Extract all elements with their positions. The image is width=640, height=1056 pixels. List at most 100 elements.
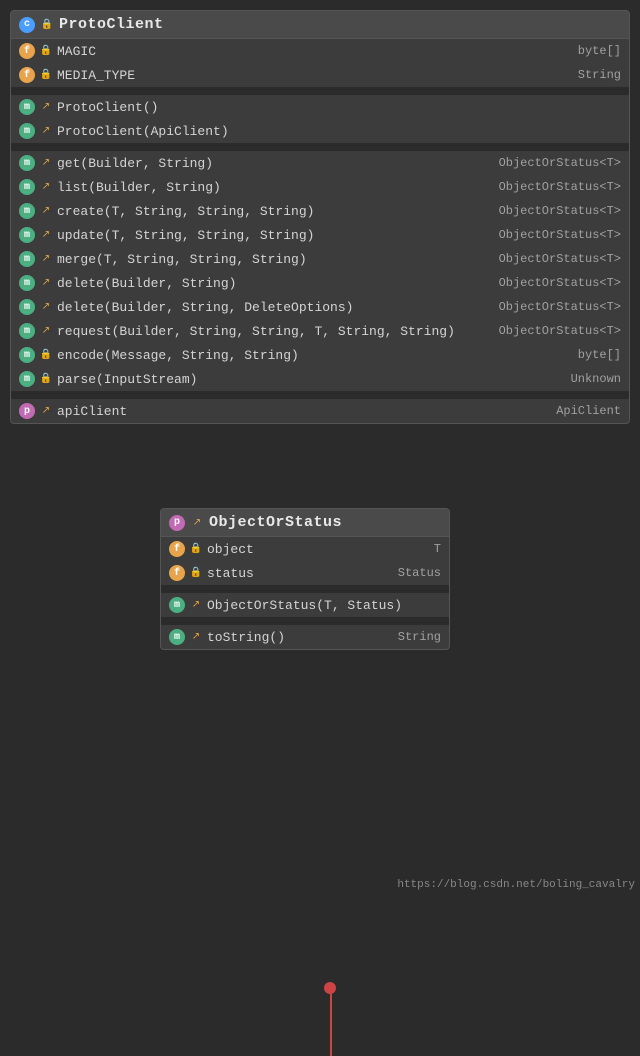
method-badge-m: m: [19, 299, 35, 315]
method-name: delete(Builder, String, DeleteOptions): [57, 300, 494, 315]
method-return-type: ObjectOrStatus<T>: [499, 204, 621, 218]
table-row: m 🔒 encode(Message, String, String) byte…: [11, 343, 629, 367]
lock-icon: 🔒: [190, 567, 202, 579]
class-badge-c: c: [19, 17, 35, 33]
method-return-type: ObjectOrStatus<T>: [499, 300, 621, 314]
object-or-status-title: ObjectOrStatus: [209, 514, 342, 531]
table-row: f 🔒 MEDIA_TYPE String: [11, 63, 629, 87]
method-badge-m: m: [19, 123, 35, 139]
lock-icon: 🔒: [40, 69, 52, 81]
link-icon: ↗: [40, 405, 52, 417]
method-name: update(T, String, String, String): [57, 228, 494, 243]
lock-icon: 🔒: [40, 349, 52, 361]
field-name: MEDIA_TYPE: [57, 68, 573, 83]
method-return-type: String: [398, 630, 441, 644]
table-row: m ↗ ProtoClient(): [11, 95, 629, 119]
field-type: Status: [398, 566, 441, 580]
link-icon: ↗: [40, 229, 52, 241]
method-return-type: ObjectOrStatus<T>: [499, 324, 621, 338]
method-return-type: ObjectOrStatus<T>: [499, 228, 621, 242]
field-badge-f: f: [169, 541, 185, 557]
field-name: status: [207, 566, 393, 581]
field-name: object: [207, 542, 429, 557]
constructor-name: ProtoClient(): [57, 100, 621, 115]
method-badge-m: m: [19, 347, 35, 363]
method-badge-m: m: [19, 155, 35, 171]
table-row: m ↗ delete(Builder, String, DeleteOption…: [11, 295, 629, 319]
method-name: encode(Message, String, String): [57, 348, 573, 363]
connector-dot: [324, 982, 336, 994]
link-icon: ↗: [40, 301, 52, 313]
table-row: m ↗ update(T, String, String, String) Ob…: [11, 223, 629, 247]
proto-client-title: ProtoClient: [59, 16, 164, 33]
oos-methods-section: m ↗ toString() String: [161, 625, 449, 649]
methods-section: m ↗ get(Builder, String) ObjectOrStatus<…: [11, 151, 629, 391]
link-icon: ↗: [40, 157, 52, 169]
table-row: m ↗ create(T, String, String, String) Ob…: [11, 199, 629, 223]
method-badge-m: m: [19, 203, 35, 219]
section-separator: [161, 617, 449, 625]
properties-section: p ↗ apiClient ApiClient: [11, 399, 629, 423]
method-name: request(Builder, String, String, T, Stri…: [57, 324, 494, 339]
method-return-type: ObjectOrStatus<T>: [499, 252, 621, 266]
method-name: delete(Builder, String): [57, 276, 494, 291]
lock-icon: 🔒: [40, 45, 52, 57]
method-badge-m: m: [169, 629, 185, 645]
method-badge-m: m: [19, 323, 35, 339]
oos-fields-section: f 🔒 object T f 🔒 status Status: [161, 537, 449, 585]
constructors-section: m ↗ ProtoClient() m ↗ ProtoClient(ApiCli…: [11, 95, 629, 143]
method-badge-m: m: [19, 99, 35, 115]
table-row: m ↗ list(Builder, String) ObjectOrStatus…: [11, 175, 629, 199]
fields-section: f 🔒 MAGIC byte[] f 🔒 MEDIA_TYPE String: [11, 39, 629, 87]
method-badge-m: m: [19, 227, 35, 243]
method-name: list(Builder, String): [57, 180, 494, 195]
method-name: parse(InputStream): [57, 372, 566, 387]
link-icon: ↗: [40, 253, 52, 265]
method-badge-m: m: [19, 275, 35, 291]
method-name: create(T, String, String, String): [57, 204, 494, 219]
property-name: apiClient: [57, 404, 551, 419]
link-icon: ↗: [40, 125, 52, 137]
link-icon: ↗: [40, 181, 52, 193]
table-row: f 🔒 MAGIC byte[]: [11, 39, 629, 63]
section-separator: [11, 391, 629, 399]
class-badge: p: [169, 515, 185, 531]
method-name: merge(T, String, String, String): [57, 252, 494, 267]
link-icon: ↗: [40, 205, 52, 217]
section-separator: [11, 143, 629, 151]
link-icon: ↗: [190, 631, 202, 643]
object-or-status-card: p ↗ ObjectOrStatus f 🔒 object T f 🔒 stat…: [160, 508, 450, 650]
method-badge-m: m: [169, 597, 185, 613]
connector-area: [10, 428, 630, 508]
table-row: f 🔒 object T: [161, 537, 449, 561]
table-row: m ↗ ProtoClient(ApiClient): [11, 119, 629, 143]
object-or-status-wrapper: p ↗ ObjectOrStatus f 🔒 object T f 🔒 stat…: [160, 508, 450, 650]
object-or-status-header: p ↗ ObjectOrStatus: [161, 509, 449, 537]
method-return-type: Unknown: [571, 372, 621, 386]
oos-constructors-section: m ↗ ObjectOrStatus(T, Status): [161, 593, 449, 617]
table-row: m ↗ get(Builder, String) ObjectOrStatus<…: [11, 151, 629, 175]
proto-client-card: c 🔒 ProtoClient f 🔒 MAGIC byte[] f 🔒 MED…: [10, 10, 630, 424]
constructor-name: ObjectOrStatus(T, Status): [207, 598, 441, 613]
link-icon: ↗: [40, 325, 52, 337]
lock-icon-header: 🔒: [41, 19, 53, 31]
table-row: m ↗ ObjectOrStatus(T, Status): [161, 593, 449, 617]
link-icon: ↗: [191, 517, 203, 529]
lock-icon: 🔒: [40, 373, 52, 385]
field-badge-f: f: [169, 565, 185, 581]
table-row: m ↗ request(Builder, String, String, T, …: [11, 319, 629, 343]
table-row: f 🔒 status Status: [161, 561, 449, 585]
table-row: m ↗ merge(T, String, String, String) Obj…: [11, 247, 629, 271]
method-badge-m: m: [19, 251, 35, 267]
field-type: T: [434, 542, 441, 556]
method-name: toString(): [207, 630, 393, 645]
proto-client-header: c 🔒 ProtoClient: [11, 11, 629, 39]
field-name: MAGIC: [57, 44, 573, 59]
method-return-type: ObjectOrStatus<T>: [499, 180, 621, 194]
table-row: m ↗ toString() String: [161, 625, 449, 649]
link-icon: ↗: [190, 599, 202, 611]
section-separator: [11, 87, 629, 95]
field-type: String: [578, 68, 621, 82]
field-badge-f: f: [19, 67, 35, 83]
constructor-name: ProtoClient(ApiClient): [57, 124, 621, 139]
